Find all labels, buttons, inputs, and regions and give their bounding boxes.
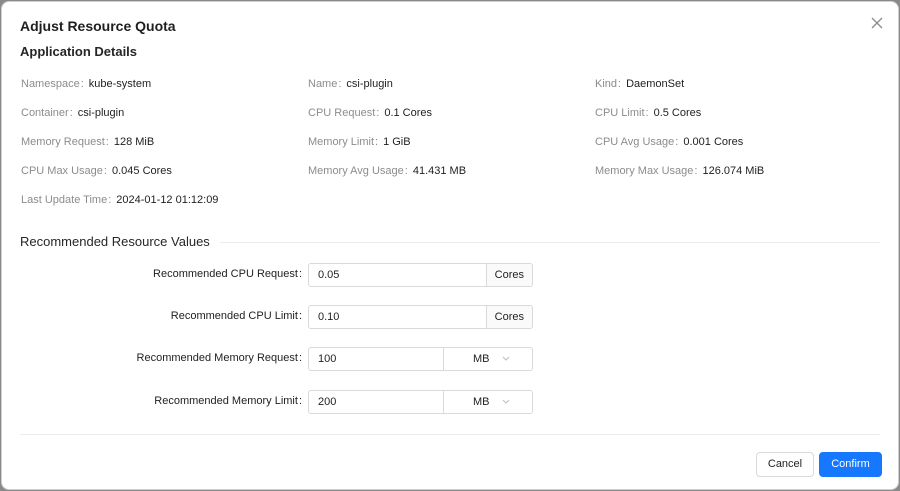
detail-memory-avg-usage: Memory Avg Usage: 41.431 MB [308,165,467,177]
detail-value: DaemonSet [626,78,685,90]
form-row-cpu-request: Recommended CPU Request: Cores [2,263,898,287]
memory-request-input[interactable] [309,348,441,370]
detail-label: Last Update Time [21,194,108,206]
detail-cpu-limit: CPU Limit: 0.5 Cores [595,107,702,119]
detail-value: 2024-01-12 01:12:09 [116,194,219,206]
detail-kind: Kind: DaemonSet [595,78,685,90]
detail-memory-request: Memory Request: 128 MiB [21,136,155,148]
form-row-cpu-limit: Recommended CPU Limit: Cores [2,305,898,329]
form-label: Recommended Memory Request: [136,352,302,364]
section-divider [210,242,880,243]
detail-value: 126.074 MiB [702,165,765,177]
detail-value: 41.431 MB [412,165,467,177]
unit-addon: Cores [485,264,532,286]
detail-namespace: Namespace: kube-system [21,78,152,90]
chevron-down-icon [502,356,510,361]
detail-value: 1 GiB [383,136,411,148]
detail-container: Container: csi-plugin [21,107,125,119]
detail-label: Memory Request [21,136,105,148]
detail-value: csi-plugin [346,78,393,90]
form-label: Recommended CPU Request: [153,268,302,280]
cpu-limit-field: Cores [308,305,533,329]
cpu-limit-input[interactable] [309,306,485,328]
detail-memory-limit: Memory Limit: 1 GiB [308,136,411,148]
memory-limit-input[interactable] [309,391,441,413]
detail-label: Name [308,78,338,90]
detail-label: Memory Avg Usage [308,165,404,177]
detail-label: Container [21,107,69,119]
memory-limit-unit-select[interactable]: MB [443,391,532,413]
form-label: Recommended Memory Limit: [154,395,302,407]
unit-addon: Cores [485,306,532,328]
detail-value: 0.045 Cores [111,165,172,177]
application-details-title: Application Details [20,44,138,59]
recommended-section-header: Recommended Resource Values [20,234,880,252]
detail-label: CPU Avg Usage [595,136,675,148]
form-row-memory-limit: Recommended Memory Limit: MB [2,390,898,414]
cpu-request-input[interactable] [309,264,485,286]
confirm-button[interactable]: Confirm [819,452,882,477]
detail-memory-max-usage: Memory Max Usage: 126.074 MiB [595,165,765,177]
chevron-down-icon [502,399,510,404]
cancel-button[interactable]: Cancel [756,452,814,477]
detail-name: Name: csi-plugin [308,78,393,90]
detail-cpu-max-usage: CPU Max Usage: 0.045 Cores [21,165,172,177]
detail-label: CPU Limit [595,107,645,119]
memory-limit-field: MB [308,390,533,414]
dialog-title: Adjust Resource Quota [20,18,176,34]
detail-label: Memory Limit [308,136,375,148]
detail-last-update-time: Last Update Time: 2024-01-12 01:12:09 [21,194,219,206]
detail-value: csi-plugin [77,107,125,119]
form-label: Recommended CPU Limit: [170,310,302,322]
close-icon[interactable] [870,16,884,30]
detail-value: 0.001 Cores [683,136,744,148]
detail-label: Memory Max Usage [595,165,694,177]
detail-value: 0.1 Cores [384,107,433,119]
adjust-resource-quota-dialog: Adjust Resource Quota Application Detail… [1,1,899,490]
detail-cpu-request: CPU Request: 0.1 Cores [308,107,433,119]
detail-value: 0.5 Cores [653,107,702,119]
memory-request-unit-select[interactable]: MB [443,348,532,370]
detail-value: kube-system [88,78,152,90]
form-row-memory-request: Recommended Memory Request: MB [2,347,898,371]
footer-divider [20,434,880,435]
cpu-request-field: Cores [308,263,533,287]
detail-label: CPU Max Usage [21,165,103,177]
detail-value: 128 MiB [113,136,155,148]
detail-label: CPU Request [308,107,376,119]
detail-label: Kind [595,78,618,90]
memory-request-field: MB [308,347,533,371]
detail-cpu-avg-usage: CPU Avg Usage: 0.001 Cores [595,136,744,148]
recommended-values-title: Recommended Resource Values [20,234,210,249]
detail-label: Namespace [21,78,80,90]
